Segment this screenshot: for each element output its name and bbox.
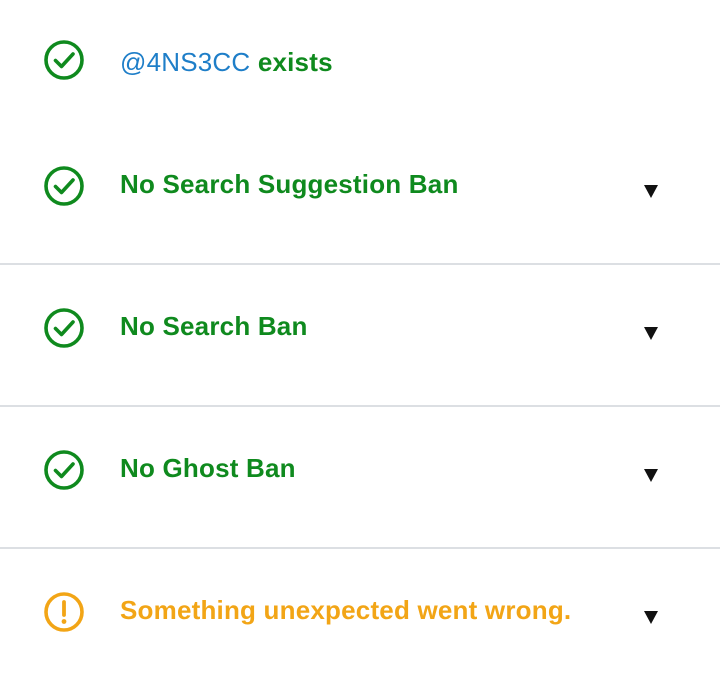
divider [0, 547, 720, 549]
result-label: No Search Ban [120, 311, 308, 341]
account-handle-link[interactable]: @4NS3CC [120, 47, 250, 77]
check-circle-icon [43, 165, 85, 207]
triangle-down-icon[interactable] [638, 466, 664, 486]
check-circle-icon [43, 39, 85, 81]
exists-suffix: exists [250, 47, 333, 77]
result-label: No Search Suggestion Ban [120, 169, 459, 199]
result-label: No Ghost Ban [120, 453, 296, 483]
divider [0, 405, 720, 407]
triangle-down-icon[interactable] [638, 324, 664, 344]
divider [0, 263, 720, 265]
exclamation-circle-icon [43, 591, 85, 633]
check-circle-icon [43, 449, 85, 491]
triangle-down-icon[interactable] [638, 608, 664, 628]
triangle-down-icon[interactable] [638, 182, 664, 202]
result-label: Something unexpected went wrong. [120, 595, 572, 625]
account-exists-text: @4NS3CC exists [120, 47, 333, 77]
check-circle-icon [43, 307, 85, 349]
